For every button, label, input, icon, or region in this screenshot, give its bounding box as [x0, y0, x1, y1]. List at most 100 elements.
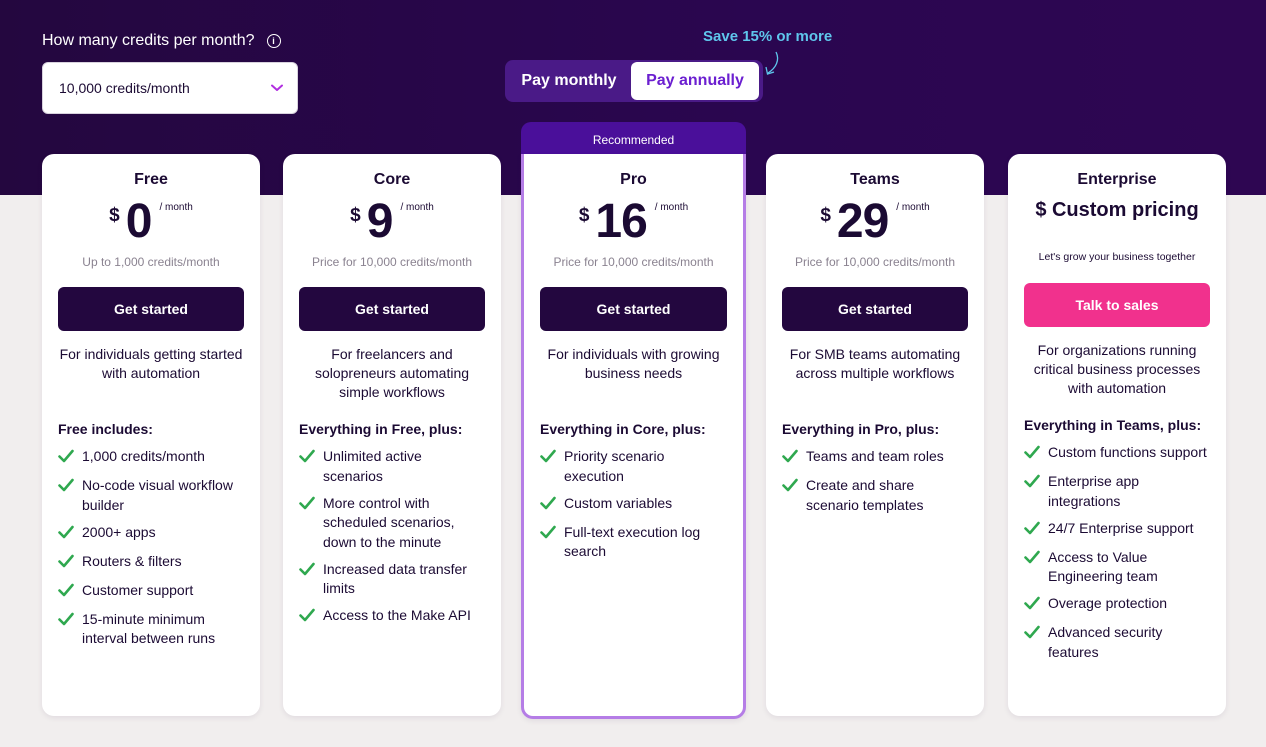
feature-item: Enterprise app integrations — [1024, 472, 1210, 511]
plan-name: Pro — [620, 171, 647, 188]
feature-item: Customer support — [58, 581, 244, 603]
feature-item: Overage protection — [1024, 594, 1210, 616]
price-currency: $ — [109, 205, 120, 226]
price-amount: 16 — [595, 195, 647, 248]
credits-label-text: How many credits per month? — [42, 32, 255, 49]
check-icon — [1024, 596, 1040, 616]
info-icon[interactable]: i — [266, 34, 281, 48]
plan-description: For organizations running critical busin… — [1033, 342, 1201, 396]
price-currency: $ — [578, 205, 590, 226]
plan-name: Enterprise — [1077, 171, 1157, 188]
plan-name: Free — [134, 171, 168, 188]
feature-item: Custom functions support — [1024, 443, 1210, 465]
feature-text: More control with scheduled scenarios, d… — [323, 494, 455, 550]
feature-item: Priority scenario execution — [540, 447, 727, 486]
check-icon — [1024, 550, 1040, 570]
feature-item: 15-minute minimum interval between runs — [58, 610, 244, 649]
feature-text: 1,000 credits/month — [82, 448, 205, 464]
talk-to-sales-button[interactable]: Talk to sales — [1024, 283, 1210, 327]
price-amount: 0 — [125, 195, 153, 248]
price-currency: $ — [820, 205, 831, 226]
price-row: $ 29 / month — [782, 195, 968, 251]
feature-item: Teams and team roles — [782, 447, 968, 469]
feature-text: 2000+ apps — [82, 523, 156, 540]
feature-text: Teams and team roles — [806, 448, 944, 464]
feature-item: Access to Value Engineering team — [1024, 548, 1210, 587]
plan-name: Core — [373, 171, 411, 188]
includes-title: Free includes: — [58, 421, 153, 437]
feature-text: Custom variables — [564, 494, 673, 511]
get-started-button[interactable]: Get started — [299, 287, 485, 331]
price-unit: / month — [654, 202, 689, 213]
price-amount: 9 — [366, 195, 394, 248]
price-note: Let's grow your business together — [1038, 251, 1196, 263]
check-icon — [1024, 521, 1040, 541]
plan-card-teams: Teams $ 29 / month Price for 10,000 cred… — [766, 154, 984, 716]
plan-description: For individuals getting started with aut… — [59, 346, 243, 381]
check-icon — [540, 525, 556, 545]
get-started-button[interactable]: Get started — [782, 287, 968, 331]
price-row: $ 0 / month — [58, 195, 244, 251]
feature-list: Priority scenario execution Custom variab… — [540, 447, 727, 562]
feature-item: Increased data transfer limits — [299, 560, 485, 599]
price-note: Price for 10,000 credits/month — [553, 255, 714, 269]
custom-price: $ Custom pricing — [1035, 199, 1199, 221]
check-icon — [58, 525, 74, 545]
feature-item: 24/7 Enterprise support — [1024, 519, 1210, 541]
check-icon — [299, 496, 315, 516]
feature-text: No-code visual workflow builder — [82, 477, 233, 513]
feature-text: 24/7 Enterprise support — [1048, 519, 1194, 536]
feature-text: Unlimited active scenarios — [323, 448, 422, 484]
includes-title: Everything in Pro, plus: — [782, 421, 940, 437]
get-started-button[interactable]: Get started — [540, 287, 727, 331]
recommended-badge: Recommended — [521, 122, 746, 158]
feature-list: Teams and team roles Create and share sce… — [782, 447, 968, 515]
pay-monthly-button[interactable]: Pay monthly — [507, 62, 631, 100]
feature-list: Unlimited active scenarios More control w… — [299, 447, 485, 628]
feature-item: Create and share scenario templates — [782, 476, 968, 515]
price-currency: $ — [350, 205, 361, 226]
check-icon — [540, 449, 556, 469]
check-icon — [540, 496, 556, 516]
price-note: Price for 10,000 credits/month — [311, 255, 473, 269]
check-icon — [58, 478, 74, 498]
check-icon — [299, 449, 315, 469]
price-unit: / month — [400, 202, 434, 213]
feature-text: Advanced security features — [1048, 624, 1163, 660]
feature-item: Unlimited active scenarios — [299, 447, 485, 486]
price-row: $ 16 / month — [540, 195, 727, 251]
check-icon — [58, 449, 74, 469]
check-icon — [58, 583, 74, 603]
check-icon — [299, 608, 315, 628]
plan-description: For SMB teams automating across multiple… — [789, 346, 961, 381]
plan-card-free: Free $ 0 / month Up to 1,000 credits/mon… — [42, 154, 260, 716]
price-amount: 29 — [836, 195, 889, 248]
feature-text: Priority scenario execution — [564, 448, 665, 484]
price-unit: / month — [159, 202, 193, 213]
feature-item: 1,000 credits/month — [58, 447, 244, 469]
pay-annually-button[interactable]: Pay annually — [631, 62, 759, 100]
get-started-button[interactable]: Get started — [58, 287, 244, 331]
plan-description: For freelancers and solopreneurs automat… — [314, 346, 470, 400]
check-icon — [58, 554, 74, 574]
check-icon — [1024, 445, 1040, 465]
check-icon — [1024, 474, 1040, 494]
feature-item: 2000+ apps — [58, 523, 244, 545]
feature-text: Customer support — [82, 581, 194, 598]
feature-text: Create and share scenario templates — [806, 477, 924, 513]
credits-selected-value: 10,000 credits/month — [59, 80, 190, 96]
feature-list: Custom functions support Enterprise app i… — [1024, 443, 1210, 662]
feature-text: Increased data transfer limits — [323, 560, 467, 597]
feature-list: 1,000 credits/month No-code visual workfl… — [58, 447, 244, 649]
check-icon — [299, 562, 315, 582]
plan-card-enterprise: Enterprise $ Custom pricing Let's grow y… — [1008, 154, 1226, 716]
credits-dropdown[interactable]: 10,000 credits/month — [42, 62, 298, 114]
feature-text: Access to the Make API — [323, 607, 471, 623]
price-row: $ 9 / month — [299, 195, 485, 251]
feature-text: Overage protection — [1048, 595, 1168, 611]
check-icon — [782, 478, 798, 498]
feature-text: Custom functions support — [1048, 444, 1207, 460]
plan-name: Teams — [850, 171, 900, 188]
plan-card-core: Core $ 9 / month Price for 10,000 credit… — [283, 154, 501, 716]
feature-item: Routers & filters — [58, 552, 244, 574]
